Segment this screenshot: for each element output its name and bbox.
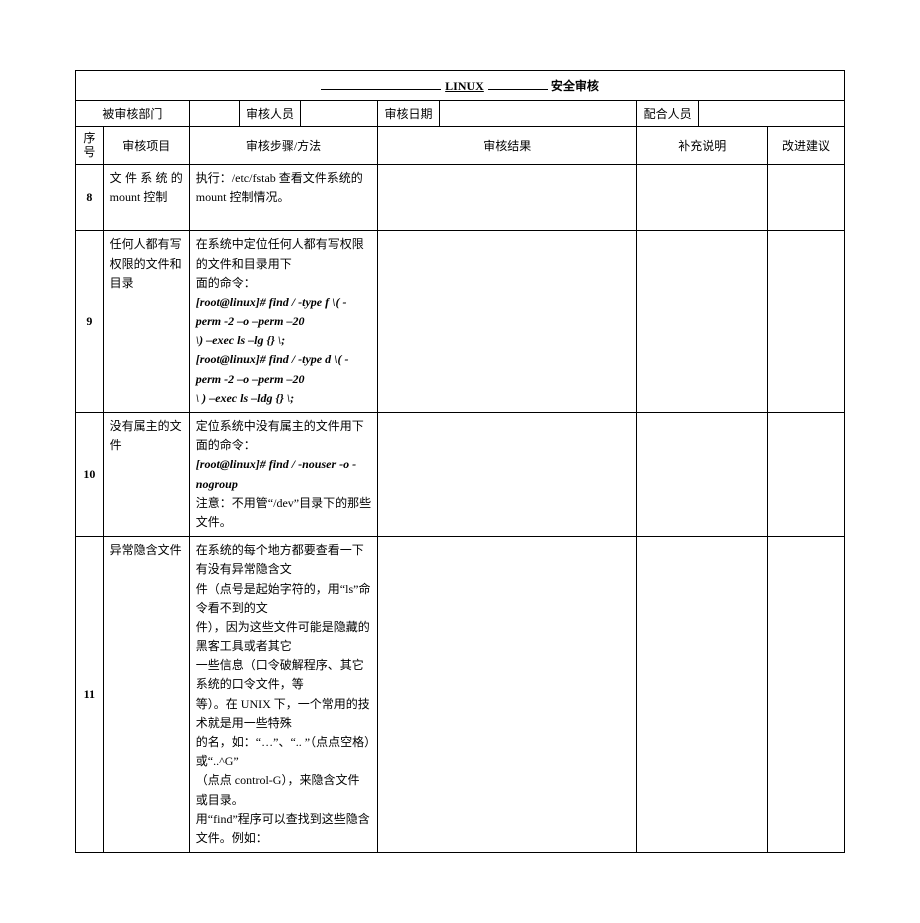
coop-value bbox=[698, 101, 844, 127]
title-blank-prefix bbox=[321, 89, 441, 90]
supp-8 bbox=[637, 164, 768, 231]
improve-10 bbox=[768, 413, 845, 537]
result-8 bbox=[378, 164, 637, 231]
table-title: LINUX 安全审核 bbox=[76, 71, 845, 101]
method-11-l6: 的名，如：“…”、“.. ”（点点空格）或“..^G” bbox=[196, 733, 371, 771]
auditor-label: 审核人员 bbox=[239, 101, 301, 127]
method-9-cmd1a: [root@linux]# find / -type f \( -perm -2… bbox=[196, 293, 371, 331]
col-result: 审核结果 bbox=[378, 127, 637, 165]
seq-10: 10 bbox=[76, 413, 104, 537]
supp-10 bbox=[637, 413, 768, 537]
auditor-value bbox=[301, 101, 378, 127]
result-11 bbox=[378, 537, 637, 853]
seq-8: 8 bbox=[76, 164, 104, 231]
method-8: 执行：/etc/fstab 查看文件系统的 mount 控制情况。 bbox=[189, 164, 377, 231]
method-9-cmd2b: \ ) –exec ls –ldg {} \; bbox=[196, 389, 371, 408]
seq-9: 9 bbox=[76, 231, 104, 413]
item-10-l1: 没有属主的文 bbox=[110, 417, 183, 436]
item-9: 任何人都有写 权限的文件和 目录 bbox=[103, 231, 189, 413]
method-10-cmd: [root@linux]# find / -nouser -o -nogroup bbox=[196, 455, 371, 493]
improve-11 bbox=[768, 537, 845, 853]
method-9-l1: 在系统中定位任何人都有写权限的文件和目录用下 bbox=[196, 235, 371, 273]
method-9-l2: 面的命令： bbox=[196, 274, 371, 293]
seq-11: 11 bbox=[76, 537, 104, 853]
method-11-l5: 等）。在 UNIX 下，一个常用的技术就是用一些特殊 bbox=[196, 695, 371, 733]
item-8-l1: 文件系统的 bbox=[110, 169, 183, 188]
method-10-l1: 定位系统中没有属主的文件用下面的命令： bbox=[196, 417, 371, 455]
method-9-cmd2a: [root@linux]# find / -type d \( -perm -2… bbox=[196, 350, 371, 388]
item-9-l2: 权限的文件和 bbox=[110, 255, 183, 274]
title-row: LINUX 安全审核 bbox=[76, 71, 845, 101]
method-11-l8: 用“find”程序可以查找到这些隐含文件。例如： bbox=[196, 810, 371, 848]
dept-label: 被审核部门 bbox=[76, 101, 190, 127]
item-10: 没有属主的文 件 bbox=[103, 413, 189, 537]
improve-9 bbox=[768, 231, 845, 413]
item-10-l2: 件 bbox=[110, 436, 183, 455]
col-supp: 补充说明 bbox=[637, 127, 768, 165]
improve-8 bbox=[768, 164, 845, 231]
method-11: 在系统的每个地方都要查看一下有没有异常隐含文 件（点号是起始字符的，用“ls”命… bbox=[189, 537, 377, 853]
audit-table: LINUX 安全审核 被审核部门 审核人员 审核日期 配合人员 序号 审核项目 … bbox=[75, 70, 845, 853]
supp-9 bbox=[637, 231, 768, 413]
method-11-l4: 一些信息（口令破解程序、其它系统的口令文件，等 bbox=[196, 656, 371, 694]
table-row: 11 异常隐含文件 在系统的每个地方都要查看一下有没有异常隐含文 件（点号是起始… bbox=[76, 537, 845, 853]
info-row: 被审核部门 审核人员 审核日期 配合人员 bbox=[76, 101, 845, 127]
col-seq: 序号 bbox=[76, 127, 104, 165]
table-row: 10 没有属主的文 件 定位系统中没有属主的文件用下面的命令： [root@li… bbox=[76, 413, 845, 537]
method-9-cmd1b: \) –exec ls –lg {} \; bbox=[196, 331, 371, 350]
column-header-row: 序号 审核项目 审核步骤/方法 审核结果 补充说明 改进建议 bbox=[76, 127, 845, 165]
item-9-l3: 目录 bbox=[110, 274, 183, 293]
col-method: 审核步骤/方法 bbox=[189, 127, 377, 165]
title-suffix-text: 安全审核 bbox=[551, 79, 599, 93]
col-item: 审核项目 bbox=[103, 127, 189, 165]
method-11-l7: （点点 control-G），来隐含文件或目录。 bbox=[196, 771, 371, 809]
supp-11 bbox=[637, 537, 768, 853]
coop-label: 配合人员 bbox=[637, 101, 699, 127]
method-10-l2: 注意：不用管“/dev”目录下的那些文件。 bbox=[196, 494, 371, 532]
date-label: 审核日期 bbox=[378, 101, 440, 127]
item-8-l2: mount 控制 bbox=[110, 188, 183, 207]
title-blank-suffix bbox=[488, 89, 548, 90]
dept-value bbox=[189, 101, 239, 127]
result-10 bbox=[378, 413, 637, 537]
method-10: 定位系统中没有属主的文件用下面的命令： [root@linux]# find /… bbox=[189, 413, 377, 537]
col-improve: 改进建议 bbox=[768, 127, 845, 165]
method-9: 在系统中定位任何人都有写权限的文件和目录用下 面的命令： [root@linux… bbox=[189, 231, 377, 413]
method-11-l1: 在系统的每个地方都要查看一下有没有异常隐含文 bbox=[196, 541, 371, 579]
item-11: 异常隐含文件 bbox=[103, 537, 189, 853]
method-11-l2: 件（点号是起始字符的，用“ls”命令看不到的文 bbox=[196, 580, 371, 618]
result-9 bbox=[378, 231, 637, 413]
item-8: 文件系统的 mount 控制 bbox=[103, 164, 189, 231]
table-row: 8 文件系统的 mount 控制 执行：/etc/fstab 查看文件系统的 m… bbox=[76, 164, 845, 231]
table-row: 9 任何人都有写 权限的文件和 目录 在系统中定位任何人都有写权限的文件和目录用… bbox=[76, 231, 845, 413]
title-mid: LINUX bbox=[445, 79, 484, 93]
item-9-l1: 任何人都有写 bbox=[110, 235, 183, 254]
method-8-l1: 执行：/etc/fstab 查看文件系统的 mount 控制情况。 bbox=[196, 169, 371, 207]
date-value bbox=[439, 101, 637, 127]
